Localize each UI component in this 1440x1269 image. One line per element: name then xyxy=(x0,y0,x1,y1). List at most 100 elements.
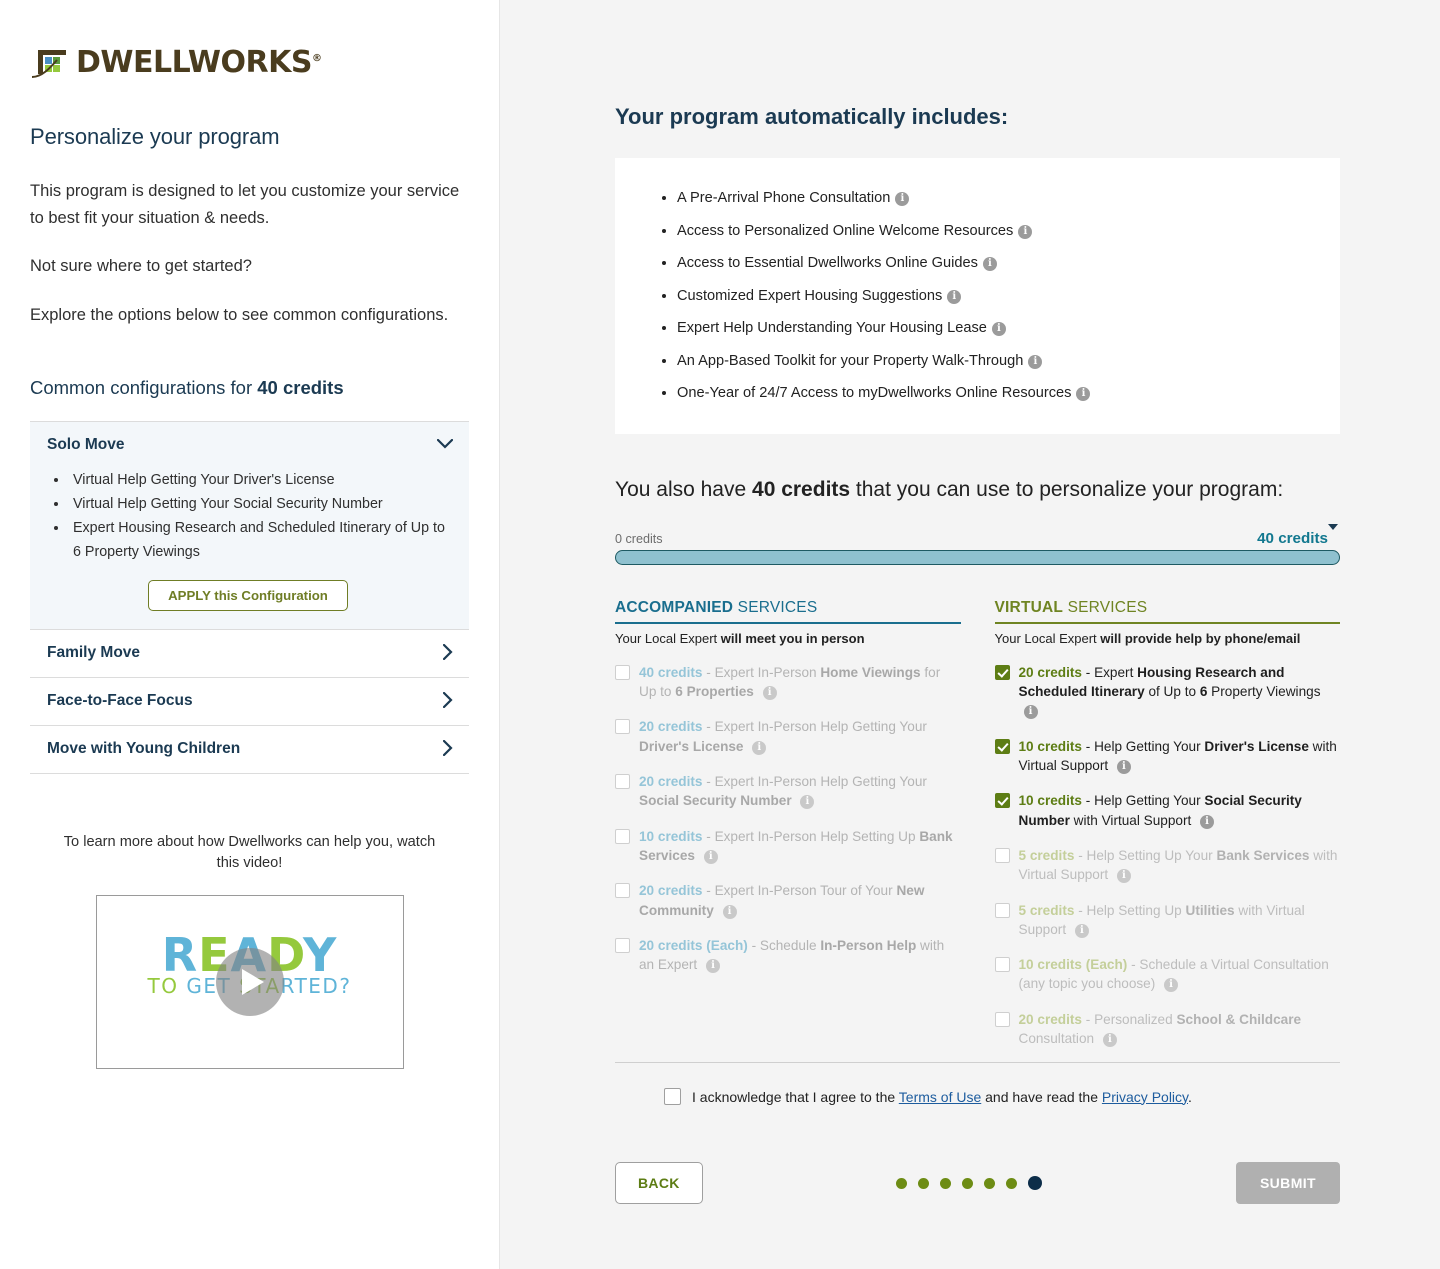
info-icon[interactable]: i xyxy=(1116,760,1131,775)
service-checkbox[interactable] xyxy=(994,957,1010,973)
info-icon[interactable]: i xyxy=(722,904,737,919)
submit-button[interactable]: SUBMIT xyxy=(1235,1162,1340,1204)
info-icon[interactable]: i xyxy=(705,959,720,974)
info-icon[interactable]: i xyxy=(1116,869,1131,884)
accordion-item-family-move[interactable]: Family Move xyxy=(30,630,469,678)
service-row[interactable]: 40 credits - Expert In-Person Home Viewi… xyxy=(615,663,961,702)
chevron-right-icon[interactable] xyxy=(442,739,453,759)
service-row[interactable]: 20 credits (Each) - Schedule In-Person H… xyxy=(615,936,961,975)
info-icon[interactable]: i xyxy=(1074,923,1089,938)
step-dot[interactable] xyxy=(896,1177,908,1189)
step-dot[interactable] xyxy=(940,1177,952,1189)
credits-slider[interactable]: 0 credits 40 credits xyxy=(615,523,1340,565)
credits-slider-track[interactable] xyxy=(615,549,1340,565)
service-row[interactable]: 5 credits - Help Setting Up Your Bank Se… xyxy=(994,846,1341,885)
service-checkbox[interactable] xyxy=(615,774,630,790)
credits-suffix: that you can use to personalize your pro… xyxy=(850,477,1284,501)
info-icon[interactable]: i xyxy=(752,740,767,755)
accompanied-services-list: 40 credits - Expert In-Person Home Viewi… xyxy=(615,663,961,975)
terms-of-use-link[interactable]: Terms of Use xyxy=(899,1089,981,1105)
service-credits: 20 credits xyxy=(639,774,703,790)
info-icon[interactable]: i xyxy=(982,257,997,272)
service-checkbox[interactable] xyxy=(994,847,1010,863)
virtual-services-list: 20 credits - Expert Housing Research and… xyxy=(994,663,1341,1049)
auto-included-services-box: A Pre-Arrival Phone Consultation i Access… xyxy=(615,158,1340,434)
info-icon[interactable]: i xyxy=(991,322,1006,337)
step-dot-active[interactable] xyxy=(1028,1176,1043,1190)
accordion-title: Face-to-Face Focus xyxy=(47,692,193,710)
promo-video-player[interactable]: READY TO GET STARTED? xyxy=(95,895,404,1070)
service-credits: 10 credits (Each) xyxy=(1018,957,1128,973)
service-label: 20 credits - Personalized School & Child… xyxy=(1018,1011,1302,1047)
accordion-title: Solo Move xyxy=(47,435,125,453)
list-item: Virtual Help Getting Your Social Securit… xyxy=(69,492,449,516)
info-icon[interactable]: i xyxy=(895,192,910,207)
chevron-right-icon[interactable] xyxy=(442,691,453,711)
service-checkbox[interactable] xyxy=(615,937,630,953)
terms-text: I acknowledge that I agree to the Terms … xyxy=(692,1089,1192,1105)
info-icon[interactable]: i xyxy=(1076,387,1091,402)
accordion-item-move-with-young-children[interactable]: Move with Young Children xyxy=(30,726,469,774)
slider-handle-caret-icon[interactable] xyxy=(1328,523,1338,547)
service-row[interactable]: 10 credits (Each) - Schedule a Virtual C… xyxy=(994,955,1341,994)
service-row[interactable]: 20 credits - Expert In-Person Help Getti… xyxy=(615,717,961,756)
info-icon[interactable]: i xyxy=(1028,354,1043,369)
step-dot[interactable] xyxy=(962,1177,974,1189)
info-icon[interactable]: i xyxy=(947,289,962,304)
info-icon[interactable]: i xyxy=(1023,705,1038,720)
back-button[interactable]: BACK xyxy=(615,1162,703,1204)
info-icon[interactable]: i xyxy=(1164,978,1179,993)
service-checkbox[interactable] xyxy=(615,664,630,680)
service-row[interactable]: 20 credits - Expert In-Person Help Getti… xyxy=(615,772,961,811)
privacy-policy-link[interactable]: Privacy Policy xyxy=(1102,1089,1188,1105)
accordion-header-face-to-face-focus[interactable]: Face-to-Face Focus xyxy=(30,678,469,725)
step-dot[interactable] xyxy=(1006,1177,1018,1189)
service-checkbox[interactable] xyxy=(994,793,1010,809)
service-credits: 10 credits xyxy=(1018,793,1082,809)
step-dot[interactable] xyxy=(918,1177,930,1189)
service-row[interactable]: 20 credits - Expert In-Person Tour of Yo… xyxy=(615,881,961,920)
service-checkbox[interactable] xyxy=(615,828,630,844)
service-credits: 10 credits xyxy=(639,828,703,844)
accordion-header-family-move[interactable]: Family Move xyxy=(30,630,469,677)
service-checkbox[interactable] xyxy=(615,883,630,899)
info-icon[interactable]: i xyxy=(1102,1032,1117,1047)
footer-divider xyxy=(615,1062,1340,1063)
intro-paragraph-2: Not sure where to get started? xyxy=(30,257,252,276)
info-icon[interactable]: i xyxy=(1018,224,1033,239)
service-row[interactable]: 5 credits - Help Setting Up Utilities wi… xyxy=(994,901,1341,940)
chevron-right-icon[interactable] xyxy=(442,643,453,663)
service-row[interactable]: 10 credits - Expert In-Person Help Setti… xyxy=(615,827,961,866)
accordion-item-solo-move[interactable]: Solo Move Virtual Help Getting Your Driv… xyxy=(30,420,469,630)
accordion-header-move-with-young-children[interactable]: Move with Young Children xyxy=(30,726,469,773)
accordion-header-solo-move[interactable]: Solo Move xyxy=(30,422,469,468)
brand-logo[interactable]: DWELLWORKS® xyxy=(31,30,469,80)
service-row[interactable]: 10 credits - Help Getting Your Driver's … xyxy=(994,737,1341,776)
info-icon[interactable]: i xyxy=(1200,814,1215,829)
service-checkbox[interactable] xyxy=(994,738,1010,754)
terms-acknowledgement-row[interactable]: I acknowledge that I agree to the Terms … xyxy=(664,1088,1192,1105)
terms-checkbox[interactable] xyxy=(664,1088,681,1105)
service-checkbox[interactable] xyxy=(615,719,630,735)
info-icon[interactable]: i xyxy=(703,849,718,864)
service-row[interactable]: 20 credits - Expert Housing Research and… xyxy=(994,663,1341,721)
chevron-down-icon[interactable] xyxy=(436,437,454,452)
service-label: 5 credits - Help Setting Up Utilities wi… xyxy=(1018,902,1305,938)
step-indicator xyxy=(896,1176,1043,1190)
accordion-item-face-to-face-focus[interactable]: Face-to-Face Focus xyxy=(30,678,469,726)
step-dot[interactable] xyxy=(984,1177,996,1189)
service-checkbox[interactable] xyxy=(994,664,1010,680)
service-label: 20 credits - Expert In-Person Tour of Yo… xyxy=(639,883,925,919)
service-credits: 20 credits xyxy=(639,883,703,899)
play-icon[interactable] xyxy=(215,948,284,1017)
brand-wordmark: DWELLWORKS® xyxy=(76,48,322,78)
info-icon[interactable]: i xyxy=(800,795,815,810)
service-checkbox[interactable] xyxy=(994,1011,1010,1027)
service-row[interactable]: 10 credits - Help Getting Your Social Se… xyxy=(994,791,1341,830)
info-icon[interactable]: i xyxy=(762,686,777,701)
config-bullet-list: Virtual Help Getting Your Driver's Licen… xyxy=(69,468,449,564)
column-heading-rest: SERVICES xyxy=(733,598,818,616)
service-checkbox[interactable] xyxy=(994,902,1010,918)
apply-configuration-button[interactable]: APPLY this Configuration xyxy=(148,579,348,611)
service-row[interactable]: 20 credits - Personalized School & Child… xyxy=(994,1010,1341,1049)
